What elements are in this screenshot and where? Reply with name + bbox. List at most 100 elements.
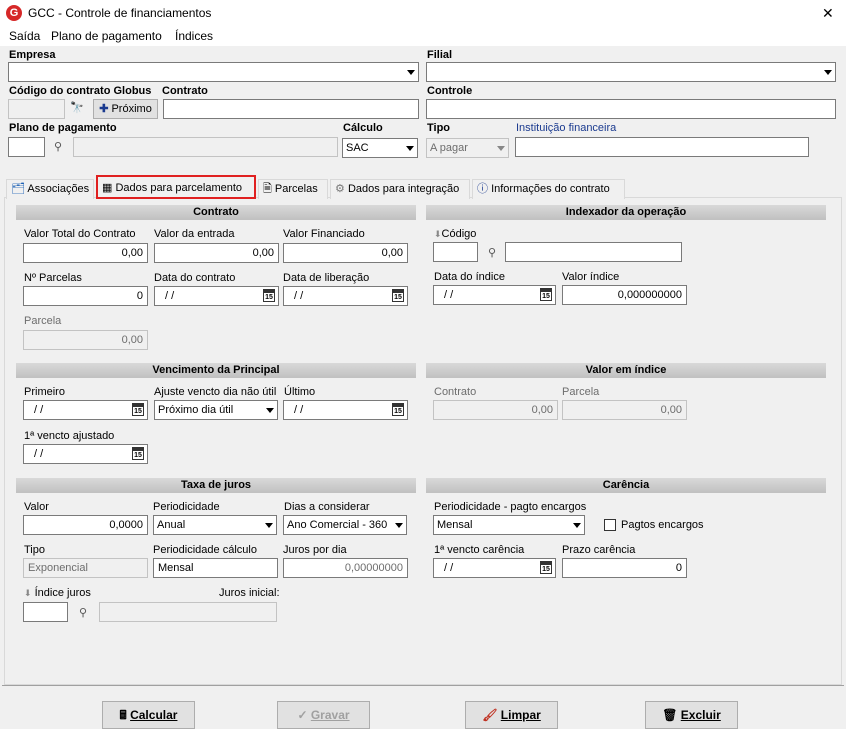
binoculars-icon[interactable]: ⚲: [54, 140, 62, 153]
filial-select[interactable]: [426, 62, 836, 82]
tab-associacoes[interactable]: 🗂 Associações: [6, 179, 94, 199]
window-title: GCC - Controle de financiamentos: [28, 6, 212, 20]
calcular-label: Calcular: [130, 708, 178, 722]
vi-parcela-input: 0,00: [562, 400, 687, 420]
empresa-select[interactable]: [8, 62, 419, 82]
empresa-label: Empresa: [9, 49, 56, 61]
excluir-button[interactable]: 🗑 Excluir: [645, 701, 738, 729]
juros-tipo-label: Tipo: [24, 544, 45, 556]
vencto-ajustado-label: 1ª vencto ajustado: [24, 430, 115, 442]
check-icon: ✓: [297, 708, 308, 722]
chevron-down-icon: [266, 408, 274, 413]
close-icon[interactable]: ✕: [822, 5, 834, 22]
tab-dados-parcelamento-label: Dados para parcelamento: [115, 182, 243, 194]
calendar-icon[interactable]: 15: [540, 561, 552, 574]
excluir-label: Excluir: [680, 708, 721, 722]
codigo-contrato-input[interactable]: [8, 99, 65, 119]
valor-financiado-label: Valor Financiado: [283, 228, 365, 240]
calculo-select[interactable]: SAC: [342, 138, 418, 158]
down-arrow-icon: ⬇: [434, 229, 442, 239]
binoculars-icon[interactable]: 🔭: [70, 101, 84, 114]
per-calc-label: Periodicidade cálculo: [153, 544, 257, 556]
juros-valor-label: Valor: [24, 501, 49, 513]
tab-informacoes-contrato[interactable]: ⓘ Informações do contrato: [472, 179, 625, 199]
binoculars-icon[interactable]: ⚲: [79, 606, 87, 619]
down-arrow-icon: ⬇: [24, 588, 32, 598]
carencia-periodicidade-select[interactable]: Mensal: [433, 515, 585, 535]
ajuste-select[interactable]: Próximo dia útil: [154, 400, 278, 420]
menu-indices[interactable]: Índices: [175, 29, 213, 43]
chevron-down-icon: [573, 523, 581, 528]
pagtos-encargos-label: Pagtos encargos: [621, 519, 704, 531]
pagtos-encargos-checkbox[interactable]: [604, 519, 616, 531]
controle-input[interactable]: [426, 99, 836, 119]
chevron-down-icon: [407, 70, 415, 75]
contrato-label: Contrato: [162, 85, 208, 97]
prazo-carencia-input[interactable]: 0: [562, 558, 687, 578]
data-liberacao-input[interactable]: / / 15: [283, 286, 408, 306]
chevron-down-icon: [497, 146, 505, 151]
plano-descricao-input: [73, 137, 338, 157]
vencto-carencia-input[interactable]: / / 15: [433, 558, 556, 578]
calculator-icon: 🖩: [119, 708, 127, 722]
valor-indice-header: Valor em índice: [426, 363, 826, 378]
vi-contrato-input: 0,00: [433, 400, 558, 420]
menu-saida[interactable]: Saída: [9, 29, 40, 43]
vencto-ajustado-value: / /: [34, 448, 44, 460]
chevron-down-icon: [406, 146, 414, 151]
instituicao-input[interactable]: [515, 137, 809, 157]
per-calc-input[interactable]: Mensal: [153, 558, 278, 578]
num-parcelas-input[interactable]: 0: [23, 286, 148, 306]
plano-codigo-input[interactable]: [8, 137, 45, 157]
data-indice-input[interactable]: / / 15: [433, 285, 556, 305]
primeiro-input[interactable]: / / 15: [23, 400, 148, 420]
calendar-icon[interactable]: 15: [132, 447, 144, 460]
tab-dados-parcelamento[interactable]: ▦ Dados para parcelamento: [96, 175, 256, 199]
tab-informacoes-contrato-label: Informações do contrato: [491, 183, 610, 195]
proximo-button[interactable]: ✚ Próximo: [93, 99, 158, 119]
parcela-label: Parcela: [24, 315, 62, 327]
indexador-descricao-input[interactable]: [505, 242, 682, 262]
juros-dia-label: Juros por dia: [283, 544, 347, 556]
valor-indice-label: Valor índice: [562, 271, 620, 283]
plus-icon: ✚: [99, 103, 109, 115]
limpar-button[interactable]: 🖌 Limpar: [465, 701, 558, 729]
chevron-down-icon: [265, 523, 273, 528]
contrato-input[interactable]: [163, 99, 419, 119]
binoculars-icon[interactable]: ⚲: [488, 246, 496, 259]
calendar-icon[interactable]: 15: [392, 289, 404, 302]
tipo-select: A pagar: [426, 138, 509, 158]
data-liberacao-label: Data de liberação: [283, 272, 370, 284]
tab-dados-integracao-label: Dados para integração: [347, 183, 460, 195]
gravar-button: ✓ Gravar: [277, 701, 370, 729]
vencto-ajustado-input[interactable]: / / 15: [23, 444, 148, 464]
calendar-icon[interactable]: 15: [263, 289, 275, 302]
ultimo-input[interactable]: / / 15: [283, 400, 408, 420]
indexador-codigo-input[interactable]: [433, 242, 478, 262]
tab-dados-integracao[interactable]: ⚙ Dados para integração: [330, 179, 470, 199]
tab-associacoes-label: Associações: [27, 183, 90, 195]
valor-entrada-input[interactable]: 0,00: [154, 243, 279, 263]
tipo-label: Tipo: [427, 122, 451, 134]
juros-periodicidade-select[interactable]: Anual: [153, 515, 277, 535]
proximo-label: Próximo: [111, 103, 152, 115]
ultimo-label: Último: [284, 386, 316, 398]
data-contrato-input[interactable]: / / 15: [154, 286, 279, 306]
calendar-icon[interactable]: 15: [132, 403, 144, 416]
dias-select[interactable]: Ano Comercial - 360: [283, 515, 407, 535]
valor-indice-input[interactable]: 0,000000000: [562, 285, 687, 305]
vencimento-header: Vencimento da Principal: [16, 363, 416, 378]
tab-parcelas[interactable]: 🗎 Parcelas: [258, 179, 328, 199]
menu-plano-pagamento[interactable]: Plano de pagamento: [51, 29, 162, 43]
calendar-icon[interactable]: 15: [392, 403, 404, 416]
data-liberacao-value: / /: [294, 290, 304, 302]
juros-dia-input[interactable]: 0,00000000: [283, 558, 408, 578]
data-contrato-value: / /: [165, 290, 175, 302]
valor-financiado-input[interactable]: 0,00: [283, 243, 408, 263]
valor-total-input[interactable]: 0,00: [23, 243, 148, 263]
calcular-button[interactable]: 🖩 Calcular: [102, 701, 195, 729]
gravar-label: Gravar: [310, 708, 350, 722]
juros-valor-input[interactable]: 0,0000: [23, 515, 148, 535]
indice-juros-input[interactable]: [23, 602, 68, 622]
calendar-icon[interactable]: 15: [540, 288, 552, 301]
